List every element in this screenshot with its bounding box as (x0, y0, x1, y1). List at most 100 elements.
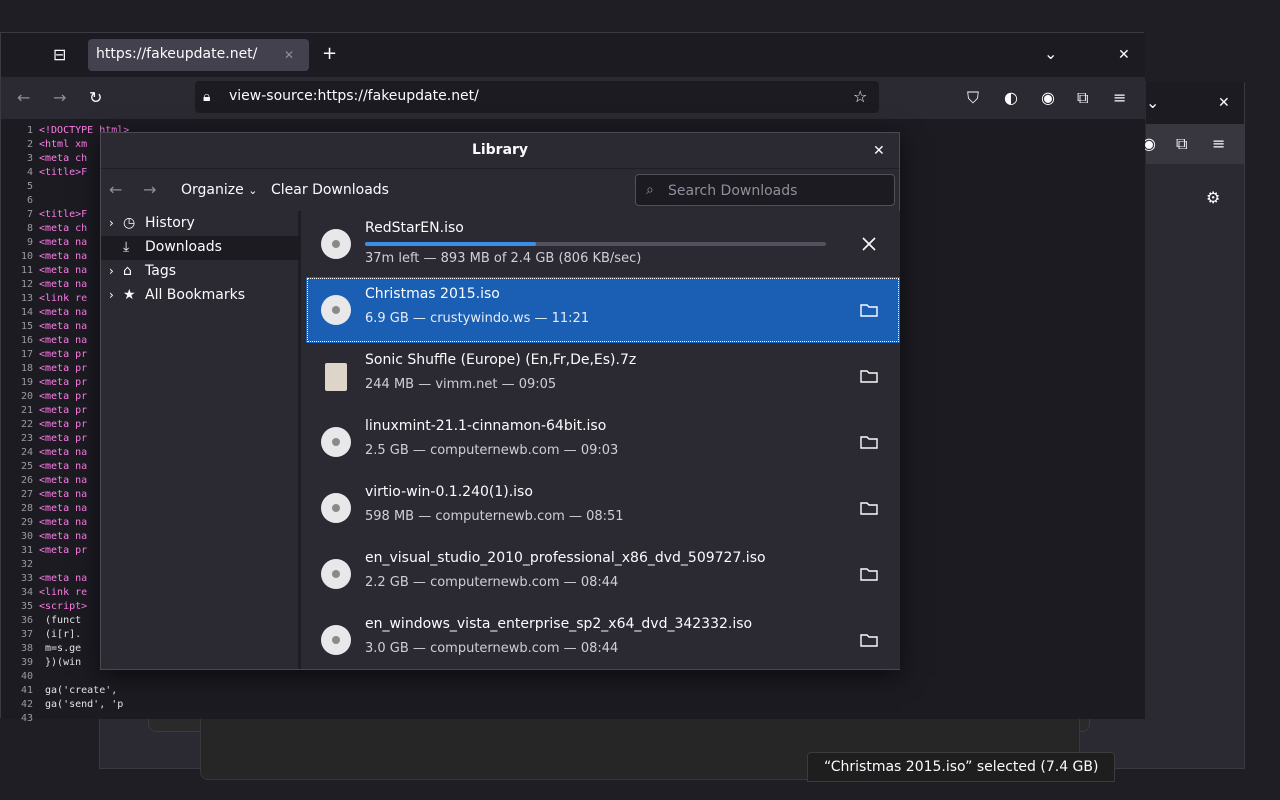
sidebar-item-downloads[interactable]: ⤓ Downloads (101, 236, 301, 260)
extensions-icon[interactable]: ⧉ (1077, 90, 1088, 106)
sidebar-item-tags[interactable]: › ⌂ Tags (101, 260, 301, 284)
tab-title: https://fakeupdate.net/ (96, 46, 258, 62)
forward-icon[interactable]: → (143, 182, 156, 198)
extensions-icon[interactable]: ⧉ (1176, 136, 1187, 152)
line-number: 23 (20, 433, 33, 444)
star-icon: ★ (123, 287, 136, 303)
organize-button[interactable]: Organize ⌄ (181, 182, 257, 198)
menu-icon[interactable]: ≡ (1113, 90, 1126, 106)
line-code: ga('create', (39, 685, 118, 696)
chevron-right-icon[interactable]: › (109, 288, 114, 302)
tab-overview-icon[interactable]: ⊟ (53, 47, 66, 63)
profile-icon[interactable]: ◐ (1004, 90, 1018, 106)
line-code: <meta na (39, 237, 88, 248)
source-line: 40 (1, 671, 39, 685)
source-line: 16 <meta na (1, 335, 87, 349)
line-number: 32 (20, 559, 33, 570)
line-number: 18 (20, 363, 33, 374)
search-downloads-input[interactable]: ⌕ Search Downloads (635, 174, 895, 206)
source-line: 29 <meta na (1, 517, 87, 531)
sidebar-item-history[interactable]: › ◷ History (101, 212, 301, 236)
line-number: 41 (20, 685, 33, 696)
url-bar[interactable]: 🔒︎ view-source:https://fakeupdate.net/ ☆ (195, 81, 879, 113)
source-line: 32 (1, 559, 39, 573)
download-item[interactable]: virtio-win-0.1.240(1).iso 598 MB — comput… (306, 475, 900, 541)
download-item[interactable]: en_windows_vista_enterprise_sp2_x64_dvd_… (306, 607, 900, 669)
line-number: 7 (26, 209, 33, 220)
download-name: Sonic Shuffle (Europe) (En,Fr,De,Es).7z (365, 352, 637, 368)
forward-icon[interactable]: → (53, 90, 66, 106)
line-number: 5 (26, 181, 33, 192)
folder-icon[interactable] (858, 499, 880, 517)
url-text[interactable]: view-source:https://fakeupdate.net/ (229, 88, 479, 104)
line-code: <meta pr (39, 433, 88, 444)
folder-icon[interactable] (858, 631, 880, 649)
chevron-right-icon[interactable]: › (109, 264, 114, 278)
line-number: 37 (20, 629, 33, 640)
source-line: 8 <meta ch (1, 223, 87, 237)
bookmark-star-icon[interactable]: ☆ (853, 89, 867, 105)
line-number: 2 (26, 139, 33, 150)
lock-icon[interactable]: 🔒︎ (203, 89, 210, 105)
line-number: 43 (20, 713, 33, 724)
back-icon[interactable]: ← (109, 182, 122, 198)
source-line: 5 (1, 181, 39, 195)
source-line: 30 <meta na (1, 531, 87, 545)
line-code: <meta na (39, 447, 88, 458)
reload-icon[interactable]: ↻ (89, 90, 102, 106)
line-code: ga('send', 'p (39, 699, 124, 710)
tab-active[interactable]: https://fakeupdate.net/ ✕ (88, 39, 309, 71)
folder-icon[interactable] (858, 433, 880, 451)
source-line: 21 <meta pr (1, 405, 87, 419)
chevron-down-icon[interactable]: ⌄ (1044, 46, 1057, 62)
folder-icon[interactable] (858, 301, 880, 319)
new-tab-icon[interactable]: + (322, 45, 337, 63)
gear-icon[interactable]: ⚙ (1206, 190, 1220, 206)
chevron-right-icon[interactable]: › (109, 216, 114, 230)
library-sidebar: › ◷ History ⤓ Downloads › ⌂ Tags › ★ All… (101, 211, 301, 669)
close-icon[interactable]: ✕ (1218, 95, 1230, 111)
sidebar-item-label: Downloads (145, 239, 222, 255)
download-item[interactable]: Christmas 2015.iso 6.9 GB — crustywindo.w… (306, 277, 900, 343)
menu-icon[interactable]: ≡ (1212, 136, 1225, 152)
source-line: 31 <meta pr (1, 545, 87, 559)
download-item[interactable]: en_visual_studio_2010_professional_x86_d… (306, 541, 900, 607)
line-code: <title>F (39, 167, 88, 178)
line-number: 21 (20, 405, 33, 416)
close-icon[interactable]: ✕ (873, 143, 885, 159)
disc-icon (321, 493, 351, 523)
line-code: <meta na (39, 489, 88, 500)
line-number: 25 (20, 461, 33, 472)
line-code: <meta na (39, 503, 88, 514)
account-icon[interactable]: ◉ (1041, 90, 1055, 106)
line-number: 34 (20, 587, 33, 598)
source-line: 33 <meta na (1, 573, 87, 587)
folder-icon[interactable] (858, 565, 880, 583)
download-name: en_windows_vista_enterprise_sp2_x64_dvd_… (365, 616, 753, 632)
download-item[interactable]: RedStarEN.iso 37m left — 893 MB of 2.4 GB… (306, 211, 900, 277)
library-window: Library ✕ ← → Organize ⌄ Clear Downloads… (100, 132, 900, 670)
back-icon[interactable]: ← (17, 90, 30, 106)
source-line: 37 (i[r]. (1, 629, 81, 643)
pocket-icon[interactable]: ⛉ (967, 90, 979, 106)
folder-icon[interactable] (858, 367, 880, 385)
download-name: RedStarEN.iso (365, 220, 464, 236)
chevron-down-icon[interactable]: ⌄ (1146, 95, 1159, 111)
cancel-download-icon[interactable] (858, 235, 880, 253)
sidebar-item-all-bookmarks[interactable]: › ★ All Bookmarks (101, 284, 301, 308)
disc-icon (321, 625, 351, 655)
download-status: 3.0 GB — computernewb.com — 08:44 (365, 641, 619, 656)
line-code: <meta pr (39, 377, 88, 388)
clear-downloads-button[interactable]: Clear Downloads (271, 182, 389, 198)
download-item[interactable]: Sonic Shuffle (Europe) (En,Fr,De,Es).7z 2… (306, 343, 900, 409)
line-code: <meta pr (39, 405, 88, 416)
line-code: <meta ch (39, 223, 88, 234)
line-number: 29 (20, 517, 33, 528)
line-number: 20 (20, 391, 33, 402)
line-code: <script> (39, 601, 88, 612)
download-item[interactable]: linuxmint-21.1-cinnamon-64bit.iso 2.5 GB … (306, 409, 900, 475)
tag-icon: ⌂ (123, 263, 132, 279)
close-window-icon[interactable]: ✕ (1118, 47, 1130, 63)
close-tab-icon[interactable]: ✕ (284, 47, 294, 63)
source-line: 6 (1, 195, 39, 209)
